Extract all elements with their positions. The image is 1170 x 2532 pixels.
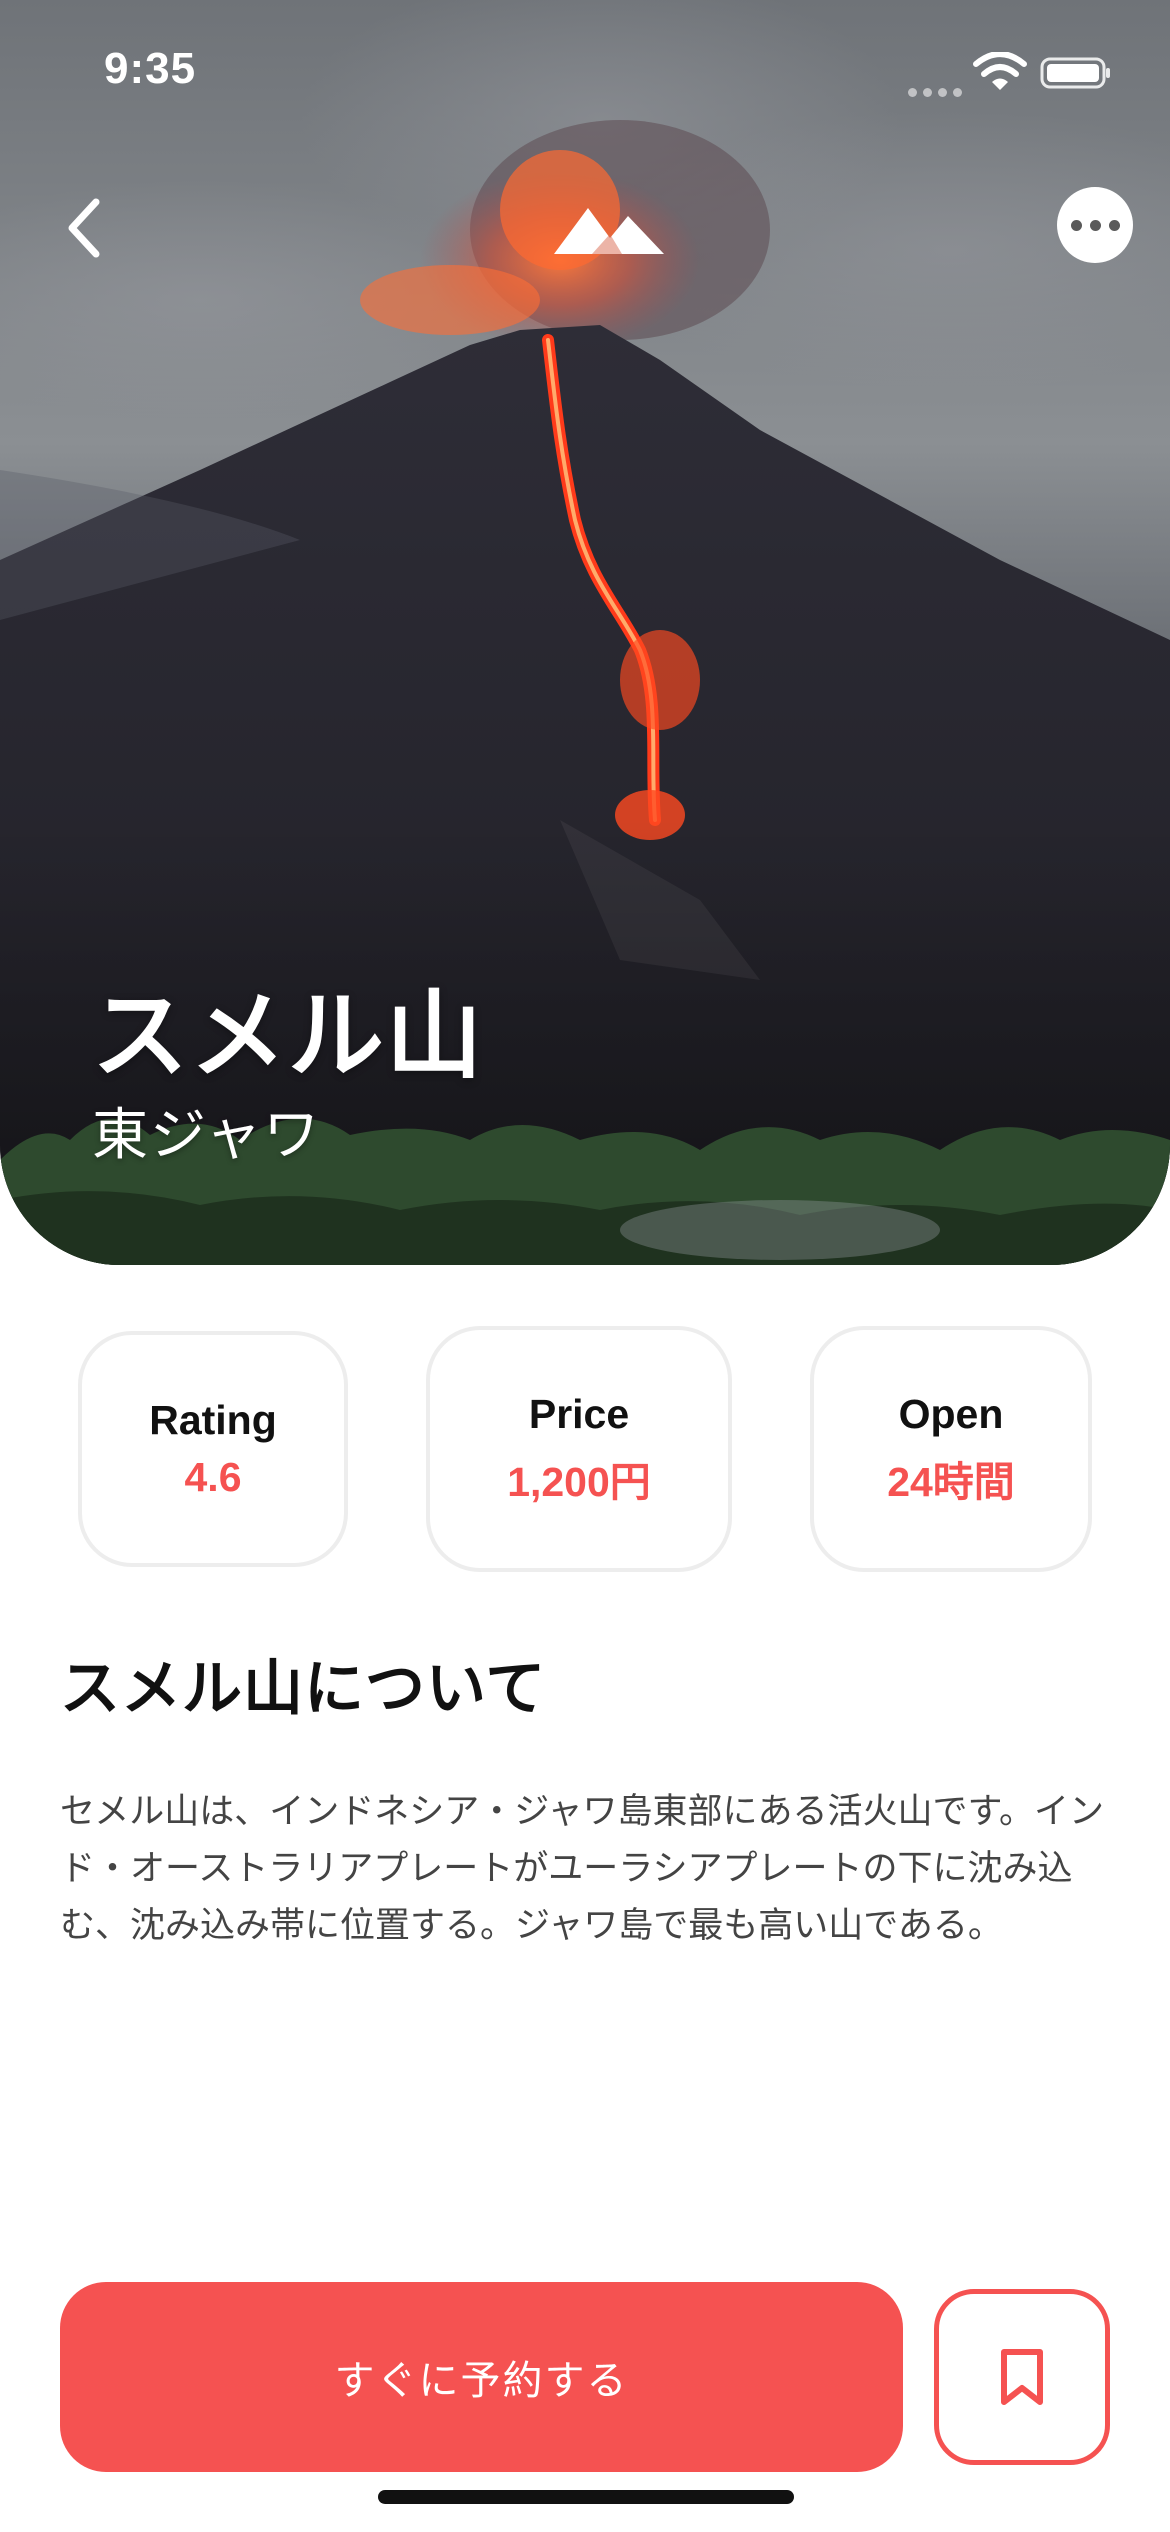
chevron-left-icon <box>68 198 100 258</box>
bookmark-button[interactable] <box>934 2289 1110 2465</box>
location-subtitle: 東ジャワ <box>92 1103 322 1168</box>
stat-value: 4.6 <box>184 1454 242 1500</box>
signal-icon <box>908 82 968 101</box>
battery-icon <box>1040 57 1110 89</box>
book-now-button[interactable]: すぐに予約する <box>60 2282 903 2472</box>
status-time: 9:35 <box>104 44 197 93</box>
hero-image: 9:35 スメル山 東ジャワ <box>0 0 1170 1265</box>
bookmark-icon <box>1001 2349 1043 2405</box>
stat-label: Open <box>898 1390 1004 1437</box>
wifi-icon <box>973 52 1027 90</box>
rating-card: Rating 4.6 <box>78 1331 348 1567</box>
mountain-icon <box>554 208 664 254</box>
stat-value: 24時間 <box>887 1458 1015 1505</box>
about-description: セメル山は、インドネシア・ジャワ島東部にある活火山です。インド・オーストラリアプ… <box>60 1792 1105 1946</box>
home-indicator <box>378 2490 794 2504</box>
back-button[interactable] <box>44 188 124 268</box>
price-card: Price 1,200円 <box>426 1326 732 1572</box>
more-button[interactable] <box>1057 187 1133 263</box>
page-title: スメル山 <box>92 980 484 1092</box>
about-heading: スメル山について <box>60 1654 547 1724</box>
status-bar: 9:35 <box>0 0 1170 150</box>
open-hours-card: Open 24時間 <box>810 1326 1092 1572</box>
stat-label: Price <box>528 1390 630 1437</box>
stat-label: Rating <box>149 1397 277 1443</box>
stat-value: 1,200円 <box>507 1458 651 1505</box>
more-icon <box>1070 219 1082 231</box>
